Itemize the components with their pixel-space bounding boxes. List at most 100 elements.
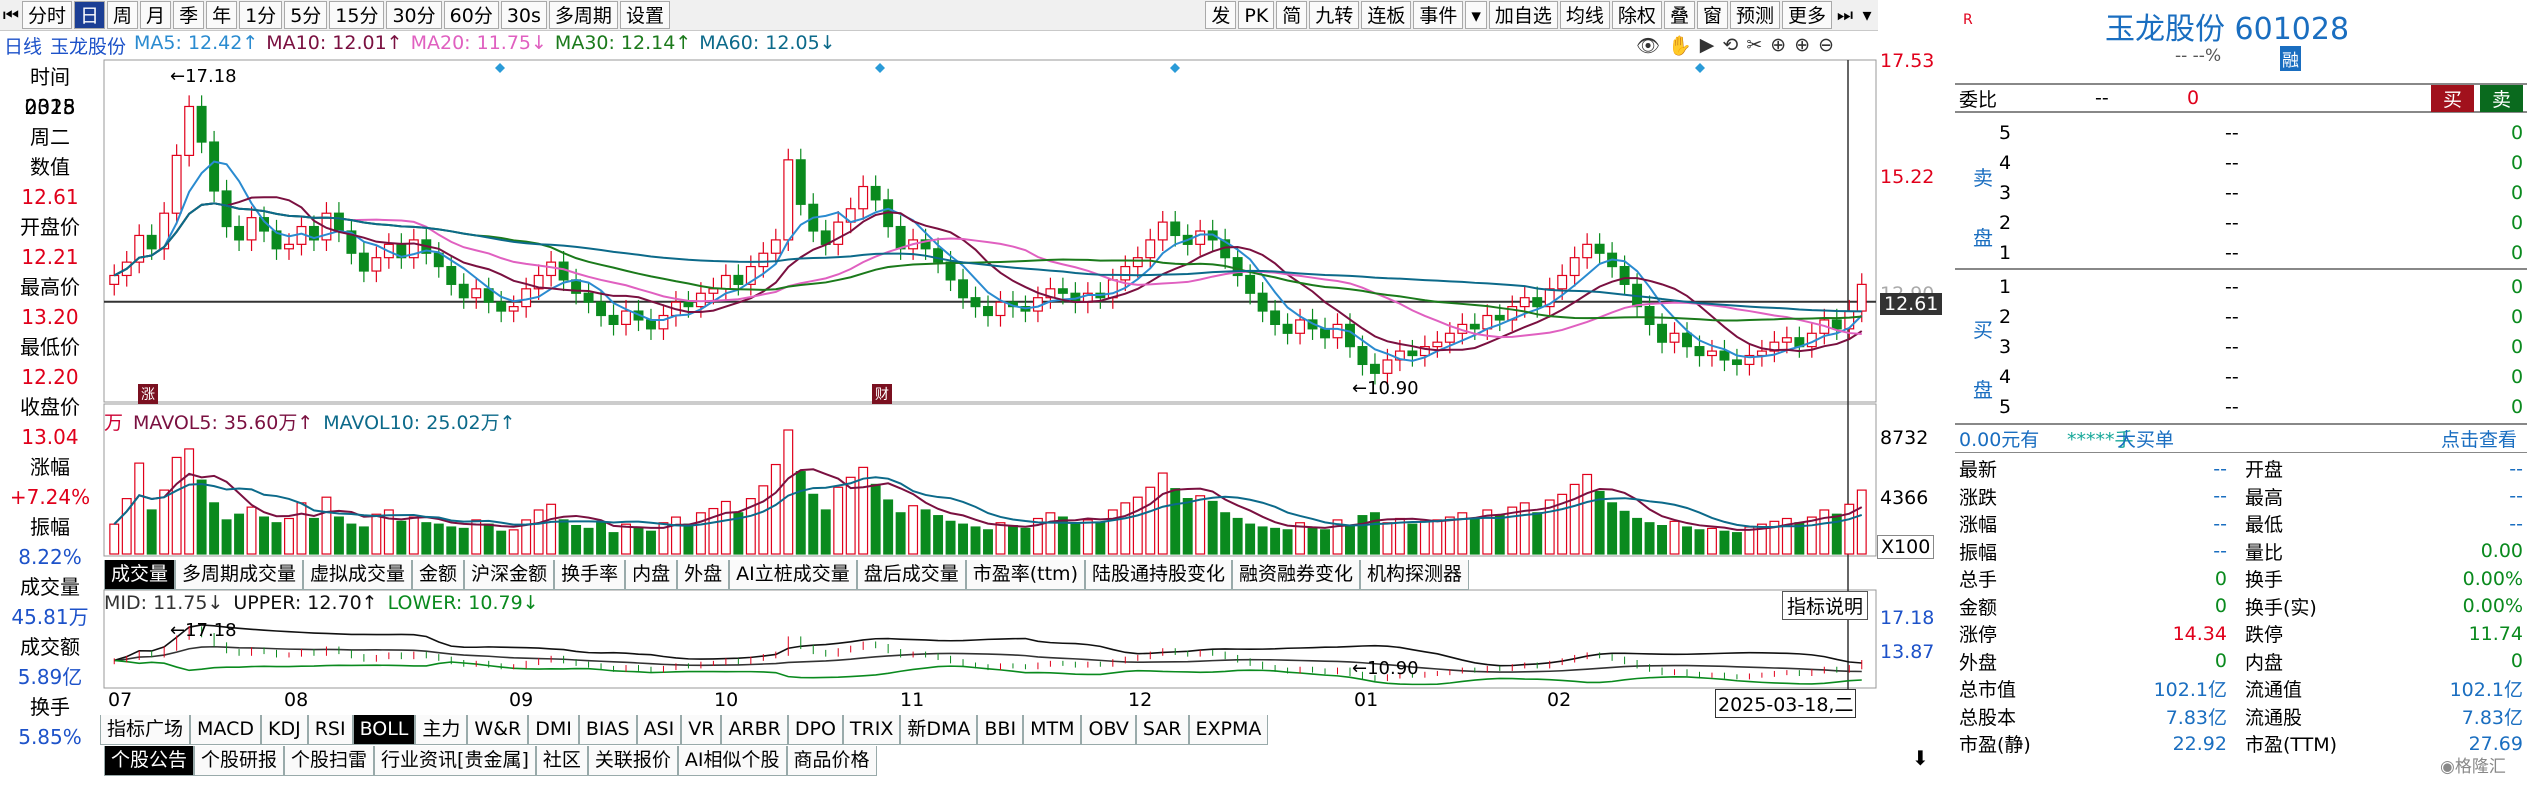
vol-tab-4[interactable]: 沪深金额 <box>464 560 555 590</box>
vol-tab-1[interactable]: 多周期成交量 <box>175 560 304 590</box>
volume-bar <box>1245 523 1256 555</box>
volume-bar <box>171 456 182 555</box>
stat-value: 0 <box>2214 650 2227 672</box>
indicator-tab-2[interactable]: KDJ <box>260 715 308 745</box>
volume-bar <box>1432 519 1443 555</box>
indicator-tab-12[interactable]: DPO <box>787 715 843 745</box>
vol-tab-12[interactable]: 融资融券变化 <box>1232 560 1361 590</box>
mavol10-value: MAVOL10: 25.02万↑ <box>323 412 516 434</box>
indicator-tab-7[interactable]: DMI <box>528 715 579 745</box>
indicator-tab-10[interactable]: VR <box>681 715 722 745</box>
vol-tab-2[interactable]: 虚拟成交量 <box>303 560 413 590</box>
indicator-tab-1[interactable]: MACD <box>190 715 261 745</box>
candle-body <box>109 274 120 285</box>
indicator-tab-0[interactable]: 指标广场 <box>100 715 191 745</box>
level-price: -- <box>2225 152 2239 174</box>
stat-value: -- <box>2509 485 2523 507</box>
volume-bar <box>1632 517 1643 555</box>
flow-amount: 0.00元有 <box>1959 429 2040 451</box>
margin-tag: 融 <box>2280 46 2301 71</box>
volume-bar <box>546 503 557 555</box>
indicator-tab-16[interactable]: MTM <box>1023 715 1082 745</box>
limit-up-marker[interactable]: 涨 <box>138 384 158 404</box>
stat-label: 总市值 <box>1959 679 2017 701</box>
vol-tab-13[interactable]: 机构探测器 <box>1360 560 1470 590</box>
indicator-tab-19[interactable]: EXPMA <box>1188 715 1269 745</box>
download-icon[interactable]: ⬇ <box>1912 746 1929 770</box>
sell-button[interactable]: 卖 <box>2480 84 2524 112</box>
candle-body <box>833 221 844 245</box>
candle-body <box>1257 292 1268 312</box>
stat-label: 最新 <box>1959 459 1998 481</box>
level-volume: 0 <box>2511 336 2524 358</box>
order-level: 1 -- 0 <box>1955 272 2527 302</box>
volume-bar <box>1007 524 1018 555</box>
volume-bar <box>496 530 507 555</box>
news-tab-5[interactable]: 关联报价 <box>587 746 678 776</box>
candle-body <box>1145 239 1156 259</box>
level-volume: 0 <box>2511 212 2524 234</box>
volume-bar <box>920 509 931 555</box>
indicator-tab-15[interactable]: BBI <box>977 715 1024 745</box>
stat-label: 量比 <box>2245 541 2284 564</box>
indicator-tab-13[interactable]: TRIX <box>842 715 901 745</box>
news-tab-2[interactable]: 个股扫雷 <box>284 746 375 776</box>
buy-button[interactable]: 买 <box>2431 84 2475 112</box>
indicator-tab-17[interactable]: OBV <box>1081 715 1136 745</box>
vol-tab-11[interactable]: 陆股通持股变化 <box>1084 560 1232 590</box>
vol-tab-9[interactable]: 盘后成交量 <box>856 560 966 590</box>
vol-tab-8[interactable]: AI立桩成交量 <box>729 560 857 590</box>
indicator-tab-5[interactable]: 主力 <box>415 715 468 745</box>
candle-body <box>983 306 993 317</box>
price-chart[interactable] <box>0 0 1955 787</box>
indicator-help-button[interactable]: 指标说明 <box>1782 591 1869 620</box>
news-tab-1[interactable]: 个股研报 <box>194 746 285 776</box>
news-tab-4[interactable]: 社区 <box>535 746 588 776</box>
news-tab-6[interactable]: AI相似个股 <box>677 746 787 776</box>
vol-tab-0[interactable]: 成交量 <box>104 560 176 590</box>
indicator-tab-11[interactable]: ARBR <box>721 715 788 745</box>
candle-body <box>1270 310 1281 325</box>
volume-bar <box>346 523 357 555</box>
indicator-tab-8[interactable]: BIAS <box>578 715 637 745</box>
indicator-tab-4[interactable]: BOLL <box>352 715 416 745</box>
price-panel-frame <box>103 59 1877 403</box>
indicator-tab-9[interactable]: ASI <box>636 715 682 745</box>
click-view-link[interactable]: 点击查看 <box>2441 425 2517 452</box>
order-level: 4 -- 0 <box>1955 148 2527 178</box>
volume-bar <box>596 522 607 555</box>
report-marker[interactable]: 财 <box>872 384 892 404</box>
candle-body <box>1132 257 1143 268</box>
vol-tab-10[interactable]: 市盈率(ttm) <box>965 560 1085 590</box>
volume-bar <box>1731 532 1742 555</box>
vol-tab-7[interactable]: 外盘 <box>677 560 730 590</box>
vol-tab-6[interactable]: 内盘 <box>625 560 678 590</box>
vol-tab-5[interactable]: 换手率 <box>554 560 626 590</box>
vol-tab-3[interactable]: 金额 <box>412 560 465 590</box>
volume-scale-button[interactable]: X100 <box>1877 535 1935 559</box>
news-tab-3[interactable]: 行业资讯[贵金属] <box>374 746 536 776</box>
indicator-tab-3[interactable]: RSI <box>307 715 353 745</box>
indicator-tab-18[interactable]: SAR <box>1135 715 1189 745</box>
news-tab-7[interactable]: 商品价格 <box>786 746 877 776</box>
volume-bar <box>795 471 806 555</box>
volume-bar <box>1444 516 1455 555</box>
level-number: 3 <box>1999 336 2012 358</box>
news-tab-0[interactable]: 个股公告 <box>104 746 195 776</box>
candle-body <box>458 283 469 299</box>
volume-bar <box>1220 512 1231 555</box>
indicator-tab-6[interactable]: W&R <box>467 715 529 745</box>
volume-bar <box>646 530 656 555</box>
candle-body <box>1756 350 1767 357</box>
stat-value: 0 <box>2214 595 2227 617</box>
volume-bar <box>259 516 269 555</box>
level-price: -- <box>2225 122 2239 144</box>
indicator-tab-14[interactable]: 新DMA <box>900 715 978 745</box>
stat-value: 22.92 <box>2172 732 2227 755</box>
candle-body <box>1057 288 1068 294</box>
volume-bar <box>1095 522 1106 555</box>
candle-body <box>783 159 794 241</box>
volume-bar <box>995 522 1006 555</box>
stat-value: 7.83亿 <box>2165 706 2227 729</box>
candle-body <box>496 301 507 312</box>
